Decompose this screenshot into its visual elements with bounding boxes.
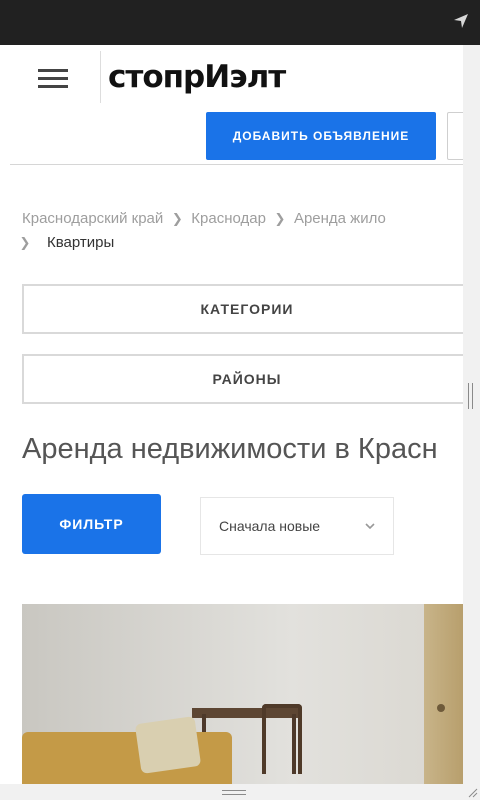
- navigation-arrow-icon: [454, 14, 468, 28]
- breadcrumb: Краснодарский край ❯ Краснодар ❯ Аренда жило…: [20, 207, 463, 251]
- browser-viewport: стопрИэлт Добавить объявление Краснодарс…: [4, 45, 463, 784]
- page-title: Аренда недвижимости в Красн: [22, 433, 438, 465]
- breadcrumb-separator-icon: ❯: [274, 211, 286, 226]
- breadcrumb-current: Квартиры: [47, 234, 115, 251]
- breadcrumb-link-rent[interactable]: Аренда жило: [294, 210, 386, 227]
- filter-button[interactable]: ФИЛЬТР: [22, 494, 161, 554]
- status-bar: [0, 0, 480, 45]
- breadcrumb-separator-icon: ❯: [171, 211, 183, 226]
- breadcrumb-separator-icon: ❯: [19, 235, 31, 250]
- photo-pillow: [134, 716, 202, 774]
- photo-door: [424, 604, 463, 784]
- breadcrumb-link-city[interactable]: Краснодар: [191, 210, 266, 227]
- districts-button[interactable]: РАЙОНЫ: [22, 354, 463, 404]
- hamburger-menu-icon[interactable]: [38, 69, 70, 89]
- site-logo[interactable]: стопрИэлт: [108, 49, 286, 105]
- categories-button[interactable]: КАТЕГОРИИ: [22, 284, 463, 334]
- add-listing-button[interactable]: Добавить объявление: [206, 112, 436, 160]
- sort-selected-value: Сначала новые: [219, 518, 321, 534]
- resize-handle-horizontal[interactable]: [222, 790, 246, 795]
- logo-divider: [100, 51, 101, 103]
- photo-chair: [262, 704, 302, 774]
- photo-sofa: [22, 732, 232, 784]
- secondary-header-button[interactable]: [447, 112, 463, 160]
- chevron-down-icon: [365, 523, 375, 529]
- photo-door-knob: [437, 704, 445, 712]
- window-edge-right: [463, 45, 480, 800]
- header-divider: [10, 164, 463, 165]
- listing-photo[interactable]: [22, 604, 463, 784]
- resize-corner-icon[interactable]: [466, 786, 478, 798]
- breadcrumb-link-region[interactable]: Краснодарский край: [22, 210, 163, 227]
- resize-handle-vertical[interactable]: [468, 383, 474, 409]
- sort-select[interactable]: Сначала новые: [200, 497, 394, 555]
